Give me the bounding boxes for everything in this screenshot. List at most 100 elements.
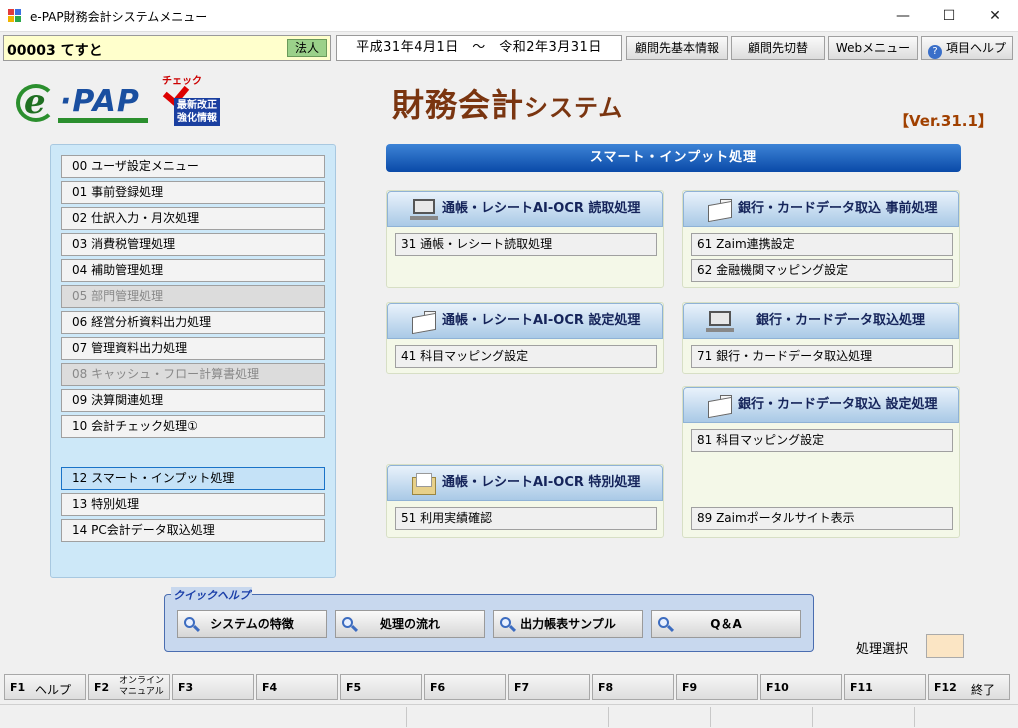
minimize-button[interactable]: — — [880, 0, 926, 32]
bank-pre-title: 銀行・カードデータ取込 事前処理 — [738, 201, 938, 216]
minimize-icon: — — [896, 8, 910, 24]
f6-button[interactable]: F6 — [424, 674, 506, 700]
company-name: 00003 てすと — [7, 43, 103, 59]
f7-key: F7 — [514, 681, 530, 694]
close-button[interactable]: ✕ — [972, 0, 1018, 32]
bank-import-title: 銀行・カードデータ取込処理 — [756, 313, 926, 328]
update-info-box: 最新改正 強化情報 — [174, 98, 220, 126]
menu-item-62[interactable]: 62 金融機関マッピング設定 — [691, 259, 953, 282]
menu-item-07[interactable]: 07 管理資料出力処理 — [61, 337, 325, 360]
menu-item-71[interactable]: 71 銀行・カードデータ取込処理 — [691, 345, 953, 368]
bank-pre-header: 銀行・カードデータ取込 事前処理 — [683, 191, 959, 227]
item-help-label: 項目ヘルプ — [945, 41, 1006, 55]
epap-logo: e ·PAP — [14, 80, 154, 124]
magnifier-icon — [500, 617, 517, 633]
ocr-special-header: 通帳・レシートAI-OCR 特別処理 — [387, 465, 663, 501]
client-switch-button[interactable]: 顧問先切替 — [731, 36, 825, 60]
f2-key: F2 — [94, 681, 110, 694]
bank-import-header: 銀行・カードデータ取込処理 — [683, 303, 959, 339]
f12-label: 終了 — [971, 683, 996, 697]
f1-button[interactable]: F1 ヘルプ — [4, 674, 86, 700]
maximize-button[interactable]: ☐ — [926, 0, 972, 32]
card-icon — [706, 395, 734, 419]
app-title-main: 財務会計 — [392, 86, 525, 124]
monitor-icon — [410, 199, 438, 221]
maximize-icon: ☐ — [942, 8, 956, 24]
logo-e: e — [24, 82, 46, 122]
company-field: 00003 てすと 法人 — [3, 35, 331, 61]
app-title-sub: システム — [524, 94, 624, 122]
ocr-read-title: 通帳・レシートAI-OCR 読取処理 — [442, 201, 641, 216]
f8-button[interactable]: F8 — [592, 674, 674, 700]
f11-button[interactable]: F11 — [844, 674, 926, 700]
menu-item-00[interactable]: 00 ユーザ設定メニュー — [61, 155, 325, 178]
f4-button[interactable]: F4 — [256, 674, 338, 700]
update-info-badge[interactable]: チェック 最新改正 強化情報 — [160, 72, 222, 128]
menu-item-09[interactable]: 09 決算関連処理 — [61, 389, 325, 412]
help-icon: ? — [927, 45, 942, 59]
f1-key: F1 — [10, 681, 26, 694]
ocr-settings-section: 通帳・レシートAI-OCR 設定処理 41 科目マッピング設定 — [386, 302, 664, 374]
bank-import-section: 銀行・カードデータ取込処理 71 銀行・カードデータ取込処理 — [682, 302, 960, 374]
client-info-button[interactable]: 顧問先基本情報 — [626, 36, 728, 60]
output-sample-button[interactable]: 出力帳表サンプル — [493, 610, 643, 638]
card-icon — [410, 311, 438, 335]
menu-item-10[interactable]: 10 会計チェック処理① — [61, 415, 325, 438]
f9-key: F9 — [682, 681, 698, 694]
section-heading: スマート・インプット処理 — [386, 144, 961, 172]
top-bar: 00003 てすと 法人 平成31年4月1日 ～ 令和2年3月31日 顧問先基本… — [0, 33, 1018, 63]
company-type-badge: 法人 — [287, 39, 327, 57]
menu-item-04[interactable]: 04 補助管理処理 — [61, 259, 325, 282]
f9-button[interactable]: F9 — [676, 674, 758, 700]
f6-key: F6 — [430, 681, 446, 694]
menu-item-05: 05 部門管理処理 — [61, 285, 325, 308]
window-title: e-PAP財務会計システムメニュー — [30, 10, 208, 24]
ocr-read-section: 通帳・レシートAI-OCR 読取処理 31 通帳・レシート読取処理 — [386, 190, 664, 288]
app-icon — [8, 9, 22, 23]
menu-item-03[interactable]: 03 消費税管理処理 — [61, 233, 325, 256]
menu-item-51[interactable]: 51 利用実績確認 — [395, 507, 657, 530]
web-menu-button[interactable]: Webメニュー — [828, 36, 918, 60]
f2-button[interactable]: F2 オンライン マニュアル — [88, 674, 170, 700]
f3-key: F3 — [178, 681, 194, 694]
item-help-button[interactable]: ? 項目ヘルプ — [921, 36, 1013, 60]
logo-pap: ·PAP — [60, 84, 140, 119]
magnifier-icon — [184, 617, 201, 633]
selection-input[interactable] — [926, 634, 964, 658]
menu-item-12[interactable]: 12 スマート・インプット処理 — [61, 467, 325, 490]
menu-item-81[interactable]: 81 科目マッピング設定 — [691, 429, 953, 452]
magnifier-icon — [342, 617, 359, 633]
ocr-settings-title: 通帳・レシートAI-OCR 設定処理 — [442, 313, 641, 328]
bank-settings-header: 銀行・カードデータ取込 設定処理 — [683, 387, 959, 423]
update-info-line-1: 最新改正 — [177, 100, 217, 111]
qa-label: Q＆A — [710, 617, 742, 631]
f7-button[interactable]: F7 — [508, 674, 590, 700]
menu-item-61[interactable]: 61 Zaim連携設定 — [691, 233, 953, 256]
f11-key: F11 — [850, 681, 873, 694]
menu-item-02[interactable]: 02 仕訳入力・月次処理 — [61, 207, 325, 230]
system-features-button[interactable]: システムの特徴 — [177, 610, 327, 638]
f5-button[interactable]: F5 — [340, 674, 422, 700]
title-bar: e-PAP財務会計システムメニュー — ☐ ✕ — [0, 0, 1018, 32]
magnifier-icon — [658, 617, 675, 633]
qa-button[interactable]: Q＆A — [651, 610, 801, 638]
system-features-label: システムの特徴 — [210, 617, 294, 631]
menu-item-06[interactable]: 06 経営分析資料出力処理 — [61, 311, 325, 334]
quick-help-group: クイックヘルプ システムの特徴 処理の流れ 出力帳表サンプル Q＆A — [164, 587, 814, 652]
f12-button[interactable]: F12 終了 — [928, 674, 1010, 700]
ocr-read-header: 通帳・レシートAI-OCR 読取処理 — [387, 191, 663, 227]
f3-button[interactable]: F3 — [172, 674, 254, 700]
menu-item-41[interactable]: 41 科目マッピング設定 — [395, 345, 657, 368]
selection-label: 処理選択 — [856, 642, 909, 657]
menu-item-13[interactable]: 13 特別処理 — [61, 493, 325, 516]
menu-item-14[interactable]: 14 PC会計データ取込処理 — [61, 519, 325, 542]
f4-key: F4 — [262, 681, 278, 694]
close-icon: ✕ — [989, 8, 1001, 24]
main-menu-panel: 00 ユーザ設定メニュー 01 事前登録処理 02 仕訳入力・月次処理 03 消… — [50, 144, 336, 578]
f10-button[interactable]: F10 — [760, 674, 842, 700]
menu-item-89[interactable]: 89 Zaimポータルサイト表示 — [691, 507, 953, 530]
menu-item-01[interactable]: 01 事前登録処理 — [61, 181, 325, 204]
quick-help-legend: クイックヘルプ — [171, 587, 252, 603]
process-flow-button[interactable]: 処理の流れ — [335, 610, 485, 638]
menu-item-31[interactable]: 31 通帳・レシート読取処理 — [395, 233, 657, 256]
